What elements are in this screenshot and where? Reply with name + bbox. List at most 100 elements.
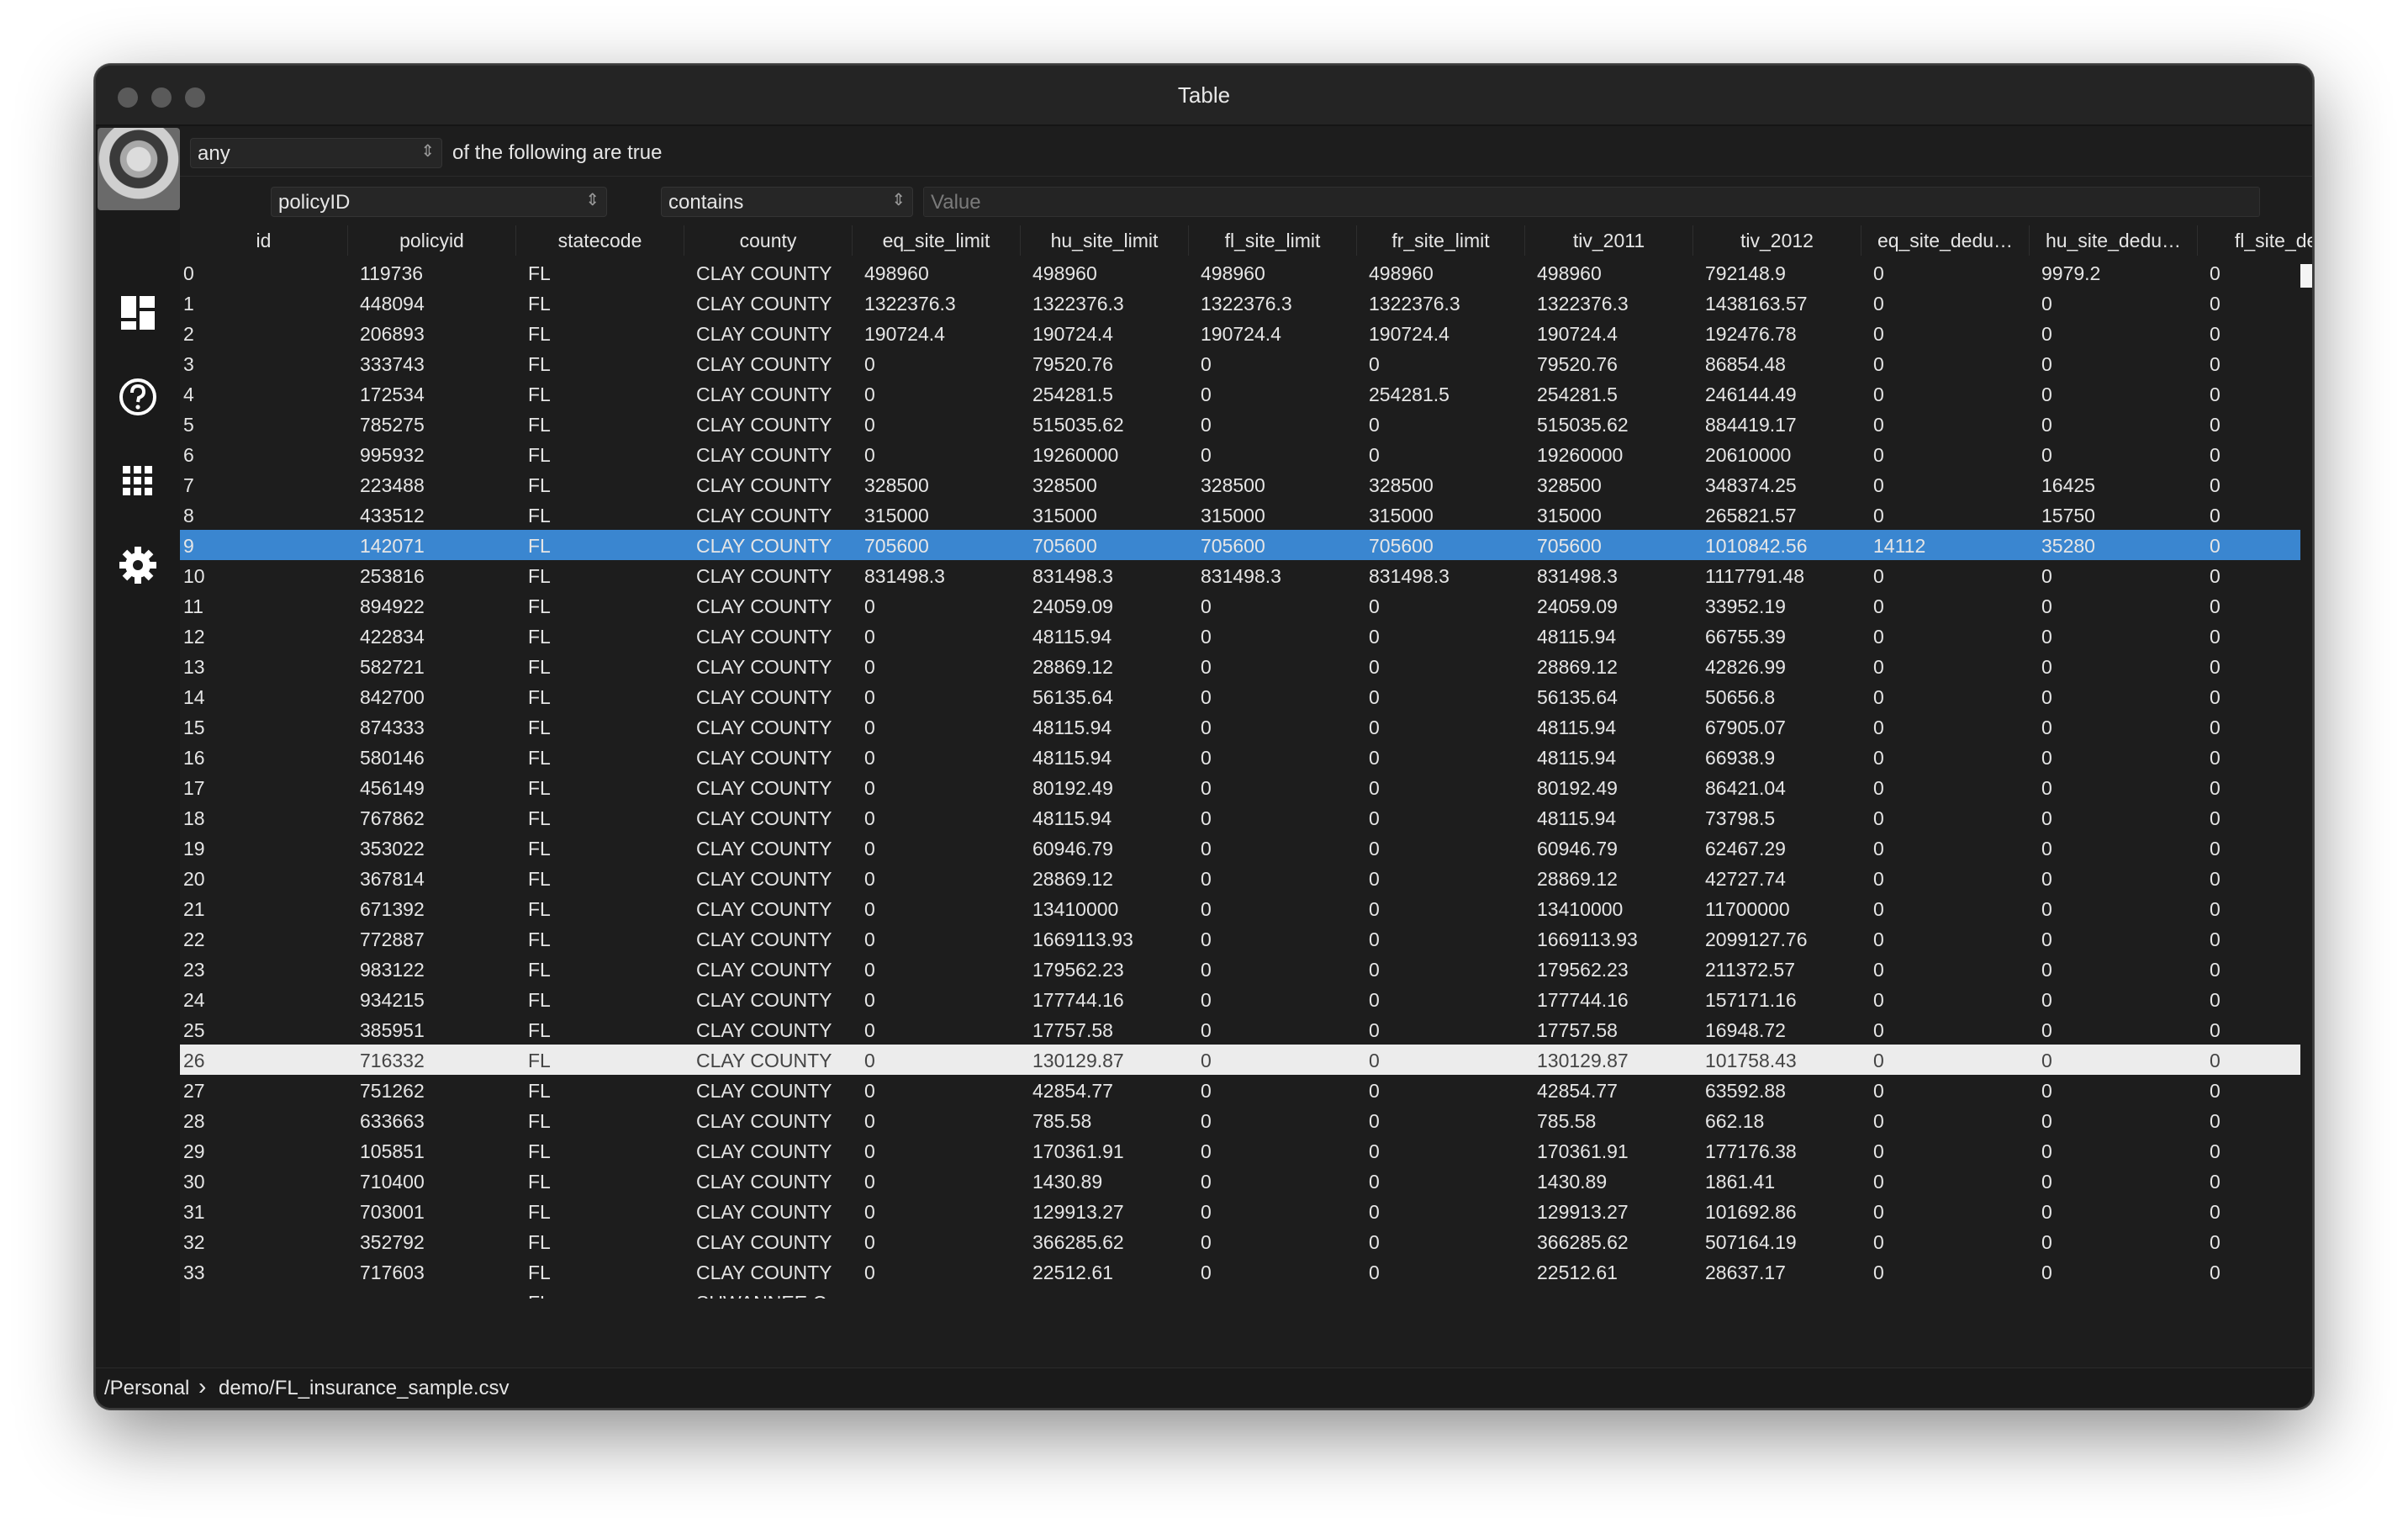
column-header[interactable]: hu_site_dedu…	[2030, 225, 2198, 256]
table-row[interactable]: 17 456149 FL CLAY COUNTY 0 80192.49 0 0 80192.49…	[180, 772, 2300, 802]
table-row[interactable]: 11 894922 FL CLAY COUNTY 0 24059.09 0 0 24059.09…	[180, 590, 2300, 621]
table-row[interactable]: 8 433512 FL CLAY COUNTY 315000 315000 315000 31…	[180, 500, 2300, 530]
column-header[interactable]: policyid	[348, 225, 516, 256]
gear-icon[interactable]	[116, 543, 160, 587]
table-row[interactable]: 33 717603 FL CLAY COUNTY 0 22512.61 0 0 22512.61…	[180, 1256, 2300, 1287]
table-cell: 0	[864, 959, 875, 981]
table-row[interactable]: 16 580146 FL CLAY COUNTY 0 48115.94 0 0 48115.94…	[180, 742, 2300, 772]
table-cell: 0	[2210, 626, 2221, 648]
column-header[interactable]: id	[180, 225, 348, 256]
column-header[interactable]: hu_site_limit	[1021, 225, 1189, 256]
table-row[interactable]: 29 105851 FL CLAY COUNTY 0 170361.91 0 0 170361.…	[180, 1135, 2300, 1166]
table-cell: FL	[528, 1110, 551, 1132]
table-row[interactable]: 13 582721 FL CLAY COUNTY 0 28869.12 0 0 28869.12…	[180, 651, 2300, 681]
table-row[interactable]: 9 142071 FL CLAY COUNTY 705600 705600 705600 70…	[180, 530, 2300, 560]
operator-select[interactable]: contains ⇕	[661, 187, 913, 217]
table-cell: 0	[1873, 565, 1884, 587]
filter-value-input[interactable]: Value	[923, 187, 2260, 217]
vertical-scrollbar[interactable]	[2300, 264, 2312, 288]
table-row[interactable]: 22 772887 FL CLAY COUNTY 0 1669113.93 0 0 166911…	[180, 923, 2300, 954]
table-row[interactable]: 7 223488 FL CLAY COUNTY 328500 328500 328500 32…	[180, 469, 2300, 500]
table-cell: 0	[1201, 444, 1212, 466]
field-value: policyID	[278, 191, 351, 214]
table-row[interactable]: 31 703001 FL CLAY COUNTY 0 129913.27 0 0 129913.…	[180, 1196, 2300, 1226]
table-cell: 25	[183, 1019, 205, 1041]
table-cell: 0	[1201, 959, 1212, 981]
dashboard-icon[interactable]	[116, 291, 160, 335]
column-header[interactable]: tiv_2011	[1525, 225, 1693, 256]
table-cell: 246144.49	[1705, 384, 1797, 405]
column-header[interactable]: eq_site_dedu…	[1861, 225, 2030, 256]
table-cell: 0	[2210, 838, 2221, 860]
grid-icon[interactable]	[116, 459, 160, 503]
column-header[interactable]: eq_site_limit	[853, 225, 1021, 256]
table-cell: FL	[528, 868, 551, 890]
table-row[interactable]: 6 995932 FL CLAY COUNTY 0 19260000 0 0 19260000 2…	[180, 439, 2300, 469]
table-cell: 42826.99	[1705, 656, 1786, 678]
table-row[interactable]: 32 352792 FL CLAY COUNTY 0 366285.62 0 0 366285.…	[180, 1226, 2300, 1256]
table-row[interactable]: 23 983122 FL CLAY COUNTY 0 179562.23 0 0 179562.…	[180, 954, 2300, 984]
column-header[interactable]: county	[684, 225, 853, 256]
table-cell: 0	[864, 656, 875, 678]
avatar[interactable]	[98, 128, 180, 210]
data-table[interactable]: id policyid statecode county eq_site_limit hu…	[180, 225, 2312, 1373]
table-cell: 710400	[360, 1171, 425, 1193]
table-cell: 831498.3	[1201, 565, 1281, 587]
table-cell: 22512.61	[1032, 1262, 1113, 1283]
table-row[interactable]: 20 367814 FL CLAY COUNTY 0 28869.12 0 0 28869.12…	[180, 863, 2300, 893]
table-cell: FL	[528, 595, 551, 617]
table-cell: 0	[2210, 414, 2221, 436]
table-cell: 831498.3	[864, 565, 945, 587]
table-cell: 0	[2041, 1171, 2052, 1193]
table-cell: 0	[864, 928, 875, 950]
table-row[interactable]: 30 710400 FL CLAY COUNTY 0 1430.89 0 0 1430.89 18…	[180, 1166, 2300, 1196]
match-mode-select[interactable]: any ⇕	[190, 138, 442, 168]
breadcrumb-root[interactable]: /Personal	[104, 1377, 189, 1400]
table-row[interactable]: 27 751262 FL CLAY COUNTY 0 42854.77 0 0 42854.77…	[180, 1075, 2300, 1105]
table-cell: 0	[1201, 838, 1212, 860]
help-icon[interactable]	[116, 375, 160, 419]
table-row[interactable]: 12 422834 FL CLAY COUNTY 0 48115.94 0 0 48115.94…	[180, 621, 2300, 651]
field-select[interactable]: policyID ⇕	[271, 187, 607, 217]
table-row[interactable]: 21 671392 FL CLAY COUNTY 0 13410000 0 0 13410000…	[180, 893, 2300, 923]
table-cell: 0	[1873, 717, 1884, 738]
breadcrumb-file[interactable]: demo/FL_insurance_sample.csv	[219, 1377, 510, 1400]
table-cell: 792148.9	[1705, 262, 1786, 284]
table-cell: CLAY COUNTY	[696, 323, 832, 345]
column-header[interactable]: statecode	[516, 225, 684, 256]
table-cell: CLAY COUNTY	[696, 777, 832, 799]
table-cell: 66755.39	[1705, 626, 1786, 648]
table-row[interactable]: 4 172534 FL CLAY COUNTY 0 254281.5 0 254281.5 25…	[180, 378, 2300, 409]
table-cell: 142071	[360, 535, 425, 557]
table-row[interactable]: 28 633663 FL CLAY COUNTY 0 785.58 0 0 785.58 662.…	[180, 1105, 2300, 1135]
table-row[interactable]: 14 842700 FL CLAY COUNTY 0 56135.64 0 0 56135.64…	[180, 681, 2300, 711]
table-row[interactable]: 25 385951 FL CLAY COUNTY 0 17757.58 0 0 17757.58…	[180, 1014, 2300, 1045]
table-row[interactable]: 0 119736 FL CLAY COUNTY 498960 498960 498960 49…	[180, 257, 2300, 288]
table-cell: 172534	[360, 384, 425, 405]
table-row[interactable]: 19 353022 FL CLAY COUNTY 0 60946.79 0 0 60946.79…	[180, 833, 2300, 863]
table-cell: 0	[2210, 777, 2221, 799]
table-row[interactable]: 3 333743 FL CLAY COUNTY 0 79520.76 0 0 79520.76 8…	[180, 348, 2300, 378]
table-cell: FL	[528, 717, 551, 738]
column-header[interactable]: fr_site_limit	[1357, 225, 1525, 256]
table-row[interactable]: 5 785275 FL CLAY COUNTY 0 515035.62 0 0 515035.6…	[180, 409, 2300, 439]
table-row[interactable]: 24 934215 FL CLAY COUNTY 0 177744.16 0 0 177744.…	[180, 984, 2300, 1014]
column-header[interactable]: tiv_2012	[1693, 225, 1861, 256]
table-cell: 0	[2210, 656, 2221, 678]
table-cell: 22	[183, 928, 205, 950]
table-row-partial[interactable]: FL SUWANNEE C	[180, 1287, 2300, 1299]
table-cell: 0	[2210, 928, 2221, 950]
status-bar: /Personal › demo/FL_insurance_sample.csv	[96, 1367, 2312, 1408]
table-cell: 448094	[360, 293, 425, 315]
table-cell: 5	[183, 414, 194, 436]
table-row[interactable]: 15 874333 FL CLAY COUNTY 0 48115.94 0 0 48115.94…	[180, 711, 2300, 742]
table-cell: 48115.94	[1537, 807, 1617, 829]
column-header[interactable]: fl_site_limit	[1189, 225, 1357, 256]
table-row[interactable]: 26 716332 FL CLAY COUNTY 0 130129.87 0 0 130129.…	[180, 1045, 2300, 1075]
table-row[interactable]: 1 448094 FL CLAY COUNTY 1322376.3 1322376.3 13…	[180, 288, 2300, 318]
table-row[interactable]: 2 206893 FL CLAY COUNTY 190724.4 190724.4 1907…	[180, 318, 2300, 348]
column-header[interactable]: fl_site_ded	[2198, 225, 2312, 256]
table-row[interactable]: 18 767862 FL CLAY COUNTY 0 48115.94 0 0 48115.94…	[180, 802, 2300, 833]
table-row[interactable]: 10 253816 FL CLAY COUNTY 831498.3 831498.3 831…	[180, 560, 2300, 590]
table-cell: 13410000	[1032, 898, 1119, 920]
